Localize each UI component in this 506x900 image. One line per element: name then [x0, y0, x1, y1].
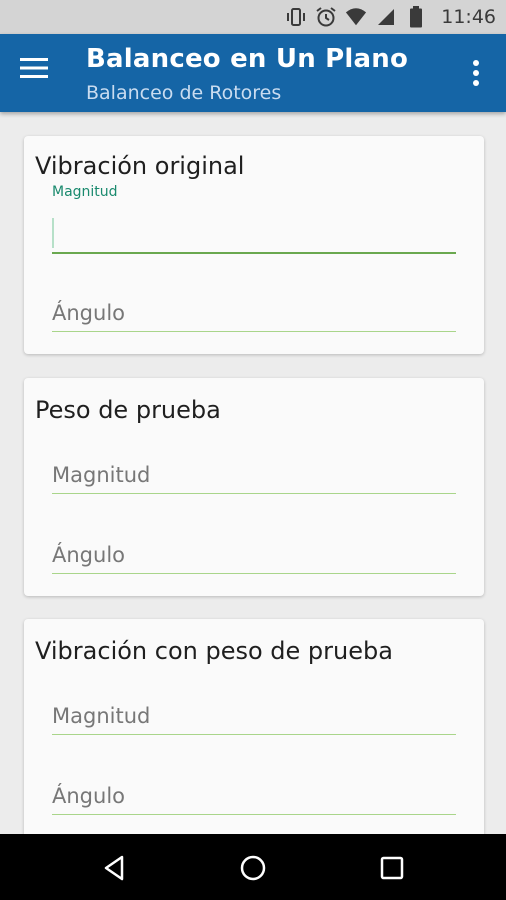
angle-field[interactable]: Ángulo — [52, 534, 456, 574]
alarm-icon — [315, 6, 337, 28]
card-original-vibration: Vibración original Magnitud Ángulo — [24, 136, 484, 354]
magnitude-input[interactable]: Magnitud — [52, 695, 456, 735]
wifi-icon — [345, 6, 367, 28]
card-trial-weight: Peso de prueba Magnitud Ángulo — [24, 378, 484, 596]
angle-input[interactable]: Ángulo — [52, 292, 456, 332]
magnitude-field[interactable]: Magnitud — [52, 184, 456, 254]
magnitude-field[interactable]: Magnitud — [52, 454, 456, 494]
hamburger-menu-icon[interactable] — [20, 56, 60, 90]
back-icon[interactable] — [94, 848, 134, 888]
page-subtitle: Balanceo de Rotores — [86, 82, 282, 104]
magnitude-field[interactable]: Magnitud — [52, 695, 456, 735]
page-title: Balanceo en Un Plano — [86, 44, 409, 74]
magnitude-placeholder: Magnitud — [52, 463, 151, 487]
magnitude-placeholder: Magnitud — [52, 704, 151, 728]
status-bar: 11:46 — [0, 0, 506, 34]
angle-placeholder: Ángulo — [52, 543, 125, 567]
card-title: Vibración con peso de prueba — [35, 637, 393, 665]
form-content[interactable]: Vibración original Magnitud Ángulo Peso … — [0, 112, 506, 834]
vibrate-icon — [285, 6, 307, 28]
card-title: Peso de prueba — [35, 396, 221, 424]
system-nav-bar — [0, 834, 506, 900]
magnitude-input[interactable] — [52, 214, 456, 254]
text-caret — [52, 218, 54, 248]
angle-field[interactable]: Ángulo — [52, 292, 456, 332]
angle-input[interactable]: Ángulo — [52, 775, 456, 815]
magnitude-input[interactable]: Magnitud — [52, 454, 456, 494]
card-vibration-with-trial-weight: Vibración con peso de prueba Magnitud Án… — [24, 619, 484, 834]
recents-icon[interactable] — [372, 848, 412, 888]
angle-placeholder: Ángulo — [52, 784, 125, 808]
home-icon[interactable] — [233, 848, 273, 888]
angle-input[interactable]: Ángulo — [52, 534, 456, 574]
more-vert-icon[interactable] — [464, 58, 488, 90]
magnitude-float-label: Magnitud — [52, 184, 118, 200]
angle-field[interactable]: Ángulo — [52, 775, 456, 815]
angle-placeholder: Ángulo — [52, 301, 125, 325]
card-title: Vibración original — [35, 152, 245, 180]
battery-icon — [405, 6, 427, 28]
app-bar: Balanceo en Un Plano Balanceo de Rotores — [0, 34, 506, 112]
signal-icon — [375, 6, 397, 28]
status-time: 11:46 — [441, 6, 496, 28]
